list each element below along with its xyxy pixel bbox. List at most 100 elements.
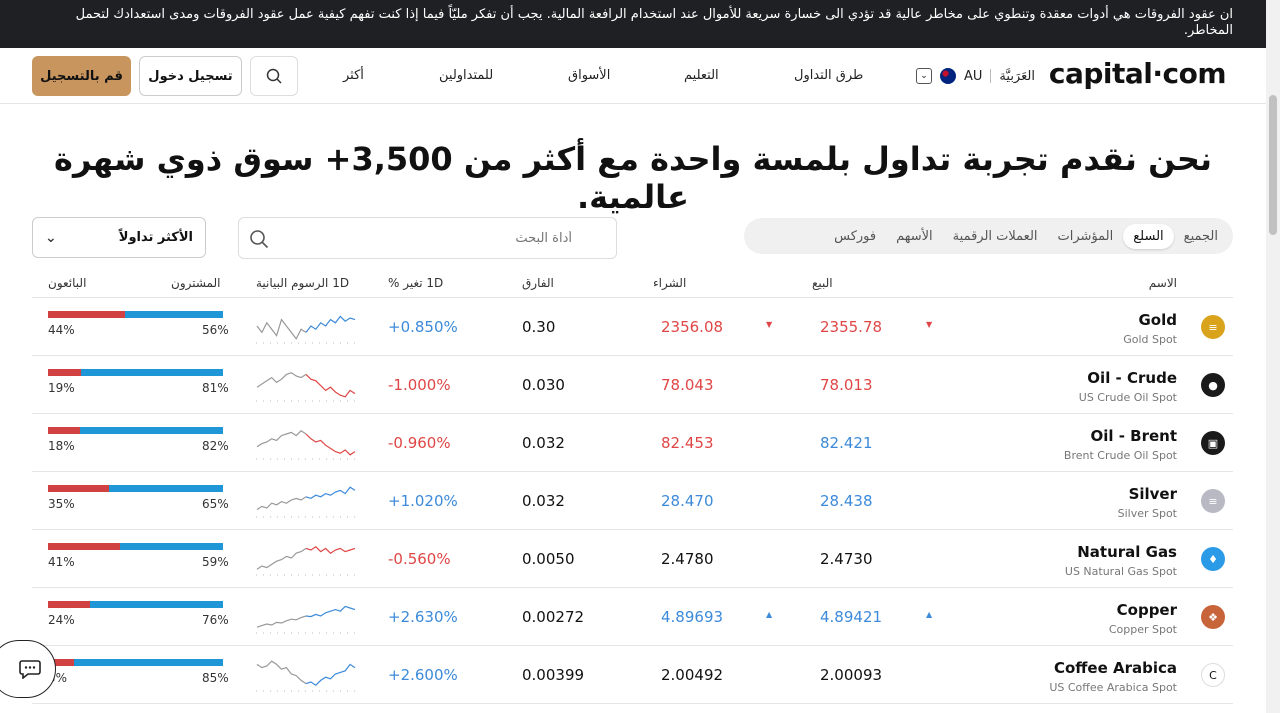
sell-price[interactable]: 2.4730 [820,550,873,568]
change-percent: -1.000% [388,376,451,394]
sellers-percent: 18% [48,439,75,453]
buy-price[interactable]: 2.00492 [661,666,723,684]
market-category-tabs: الجميع السلع المؤشرات العملات الرقمية ال… [744,218,1233,254]
buyers-percent: 85% [202,671,229,685]
change-percent: +0.850% [388,318,458,336]
asset-name[interactable]: Copper [1117,601,1177,619]
buy-price[interactable]: 78.043 [661,376,714,394]
asset-subtitle: Gold Spot [1123,333,1177,346]
chat-button[interactable] [0,640,56,698]
up-arrow-icon: ▲ [926,610,933,619]
sort-select[interactable]: الأكثر تداولاً ⌄ [32,217,206,258]
capital-com-logo[interactable]: capital·com [1049,57,1227,90]
asset-name[interactable]: Silver [1129,485,1177,503]
spread-value: 0.00272 [522,608,585,626]
market-search-field [238,217,617,259]
nav-markets[interactable]: الأسواق [568,68,610,83]
table-row[interactable]: ≡ Gold Gold Spot ▼ 2355.78 ▼ 2356.08 0.3… [32,298,1233,356]
sell-price[interactable]: 82.421 [820,434,873,452]
sellers-fill [48,427,80,434]
tab-crypto[interactable]: العملات الرقمية [943,224,1048,249]
buyers-percent: 65% [202,497,229,511]
sellers-fill [48,369,82,376]
page-headline: نحن نقدم تجربة تداول بلمسة واحدة مع أكثر… [54,140,1212,216]
search-icon [266,68,282,84]
header-buy: الشراء [653,276,687,290]
asset-name[interactable]: Oil - Crude [1087,369,1177,387]
sparkline-chart [256,605,356,634]
login-button[interactable]: تسجيل دخول [139,56,242,96]
market-search-input[interactable] [239,218,616,258]
table-row[interactable]: ❖ Copper Copper Spot ▲ 4.89421 ▲ 4.89693… [32,588,1233,646]
sparkline-chart [256,486,356,518]
spread-value: 0.00399 [522,666,585,684]
nav-for-traders[interactable]: للمتداولين [439,68,493,83]
buy-price[interactable]: 82.453 [661,434,714,452]
header-search-button[interactable] [250,56,298,96]
buyers-percent: 56% [202,323,229,337]
tab-all[interactable]: الجميع [1174,224,1228,249]
sell-price[interactable]: 78.013 [820,376,873,394]
down-arrow-icon: ▼ [926,320,933,329]
tab-shares[interactable]: الأسهم [886,224,943,249]
coffee-icon: C [1201,663,1225,687]
sentiment-bar [48,543,223,550]
table-row[interactable]: ● Oil - Crude US Crude Oil Spot 78.013 7… [32,356,1233,414]
header-change: 1D تغير % [388,276,444,290]
change-percent: -0.560% [388,550,451,568]
silver-bars-icon: ≡ [1201,489,1225,513]
asset-subtitle: US Coffee Arabica Spot [1049,681,1177,694]
tab-forex[interactable]: فوركس [824,224,886,249]
buyers-fill [109,485,223,492]
nav-education[interactable]: التعليم [684,68,719,83]
tab-commodities[interactable]: السلع [1123,223,1174,249]
sentiment-bar [48,659,223,666]
asset-name[interactable]: Gold [1139,311,1178,329]
buy-price[interactable]: 28.470 [661,492,714,510]
region-language-selector[interactable]: ⌄ AU العَرَبيَّة [916,68,1035,84]
asset-subtitle: Silver Spot [1117,507,1177,520]
change-percent: -0.960% [388,434,451,452]
language-label: العَرَبيَّة [999,68,1035,84]
buyers-fill [74,659,223,666]
sell-price[interactable]: 4.89421 [820,608,882,626]
page-scrollbar[interactable] [1266,0,1280,713]
nav-trading-ways[interactable]: طرق التداول [794,68,863,83]
buy-price[interactable]: 2356.08 [661,318,723,336]
asset-name[interactable]: Natural Gas [1077,543,1177,561]
buyers-percent: 82% [202,439,229,453]
buyers-fill [90,601,223,608]
spread-value: 0.032 [522,492,565,510]
spread-value: 0.0050 [522,550,575,568]
table-row[interactable]: C Coffee Arabica US Coffee Arabica Spot … [32,646,1233,704]
scrollbar-thumb[interactable] [1269,95,1277,235]
table-row[interactable]: ≡ Silver Silver Spot 28.438 28.470 0.032… [32,472,1233,530]
table-row[interactable]: ♦ Natural Gas US Natural Gas Spot 2.4730… [32,530,1233,588]
buy-price[interactable]: 2.4780 [661,550,714,568]
sparkline-chart [256,372,356,402]
asset-name[interactable]: Coffee Arabica [1054,659,1177,677]
header-sell: البيع [812,276,833,290]
chevron-down-icon: ⌄ [45,229,57,246]
asset-name[interactable]: Oil - Brent [1090,427,1177,445]
sell-price[interactable]: 2355.78 [820,318,882,336]
sellers-percent: 19% [48,381,75,395]
sell-price[interactable]: 2.00093 [820,666,882,684]
buy-price[interactable]: 4.89693 [661,608,723,626]
buyers-fill [125,311,223,318]
table-row[interactable]: ▣ Oil - Brent Brent Crude Oil Spot 82.42… [32,414,1233,472]
nav-more[interactable]: أكثر [343,68,364,83]
gold-bars-icon: ≡ [1201,315,1225,339]
buyers-percent: 59% [202,555,229,569]
asset-subtitle: US Natural Gas Spot [1064,565,1177,578]
header-buyers: المشترون [171,276,221,290]
signup-button[interactable]: قم بالتسجيل [32,56,131,96]
sellers-percent: 41% [48,555,75,569]
buyers-fill [81,369,223,376]
sell-price[interactable]: 28.438 [820,492,873,510]
sellers-percent: 44% [48,323,75,337]
table-header: الاسم البيع الشراء الفارق 1D تغير % 1D ا… [32,276,1233,298]
up-arrow-icon: ▲ [766,610,773,619]
risk-warning-text: ان عقود الفروقات هي أدوات معقدة وتنطوي ع… [75,7,1233,38]
tab-indices[interactable]: المؤشرات [1048,224,1124,249]
